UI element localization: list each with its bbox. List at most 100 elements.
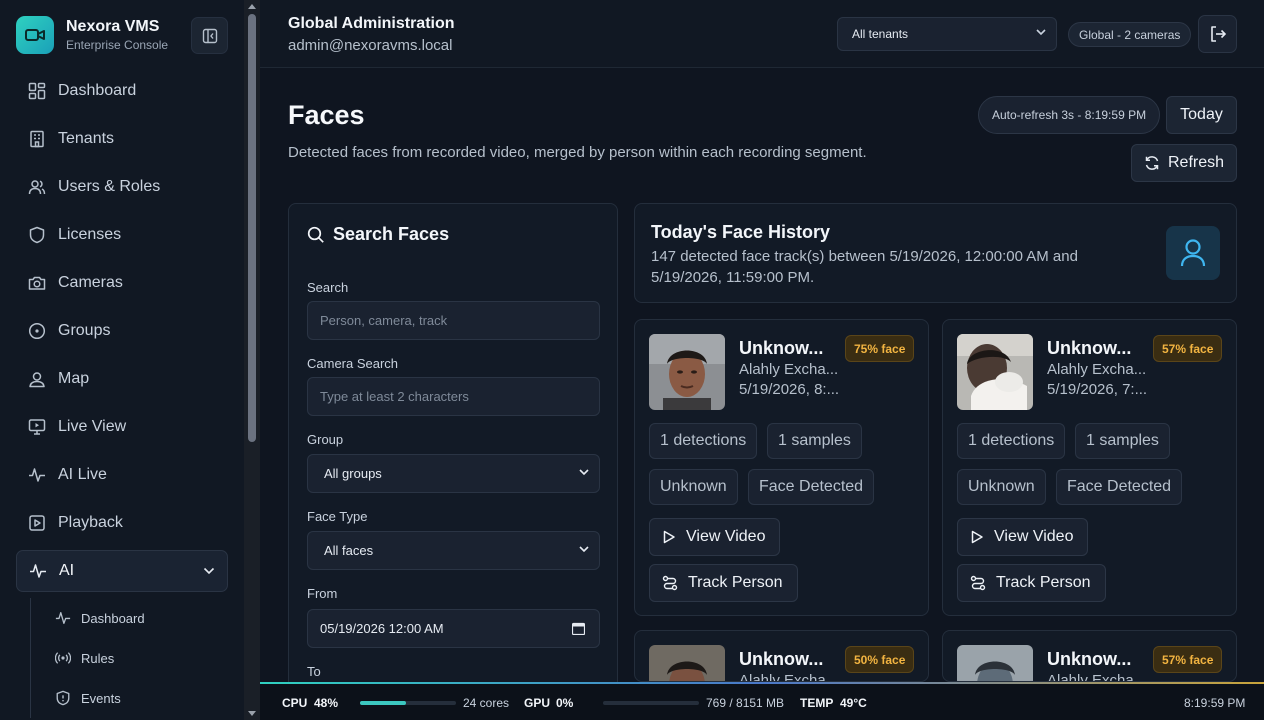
sidebar-item-ai-live[interactable]: AI Live	[16, 454, 228, 496]
subnav-item-events[interactable]: Events	[31, 678, 226, 718]
face-thumbnail[interactable]	[649, 645, 725, 681]
app-root: Nexora VMS Enterprise Console Dashboard …	[0, 0, 1264, 720]
face-thumbnail[interactable]	[649, 334, 725, 410]
system-status-bar: CPU 48% 24 cores GPU 0% 769 / 8151 MB TE…	[260, 682, 1264, 720]
memory-usage: 769 / 8151 MB	[706, 696, 785, 710]
logout-icon	[1210, 26, 1226, 42]
refresh-icon	[1145, 156, 1159, 170]
camera-search-input[interactable]: Type at least 2 characters	[307, 377, 600, 416]
face-history-card: Today's Face History 147 detected face t…	[634, 203, 1237, 303]
top-bar: Global Administration admin@nexoravms.lo…	[260, 0, 1264, 68]
face-card: Unknow... Alahly Excha... 57% face	[942, 630, 1237, 682]
track-person-label: Track Person	[996, 574, 1091, 591]
card-person-name: Unknow...	[739, 649, 824, 669]
sidebar-item-licenses[interactable]: Licenses	[16, 214, 228, 256]
building-icon	[30, 130, 44, 148]
view-video-button[interactable]: View Video	[957, 518, 1089, 556]
play-icon	[663, 530, 675, 544]
search-input[interactable]: Person, camera, track	[307, 301, 600, 340]
face-thumbnail[interactable]	[957, 334, 1033, 410]
gpu-value: 0%	[556, 696, 574, 710]
scroll-thumb[interactable]	[248, 14, 256, 442]
shield-alert-icon	[56, 690, 70, 706]
collapse-sidebar-button[interactable]	[191, 17, 228, 54]
camera-search-label: Camera Search	[307, 356, 399, 371]
refresh-button[interactable]: Refresh	[1131, 144, 1237, 182]
card-location: Alahly Excha...	[739, 361, 839, 378]
today-button-label: Today	[1180, 106, 1223, 123]
sidebar-scrollbar[interactable]	[244, 0, 260, 720]
history-description: 147 detected face track(s) between 5/19/…	[651, 248, 1078, 286]
sidebar-item-live-view[interactable]: Live View	[16, 406, 228, 448]
confidence-badge: 57% face	[1153, 335, 1223, 362]
chevron-down-icon	[203, 567, 215, 575]
sidebar-item-map[interactable]: Map	[16, 358, 228, 400]
face-thumbnail[interactable]	[957, 645, 1033, 681]
face-card: Unknow... Alahly Excha... 5/19/2026, 7:.…	[942, 319, 1237, 616]
dashboard-icon	[28, 82, 46, 100]
route-icon	[970, 575, 986, 591]
subnav-item-label: Events	[81, 690, 121, 706]
sidebar-item-label: Cameras	[58, 274, 123, 291]
header-user: admin@nexoravms.local	[288, 37, 453, 54]
group-select-value: All groups	[324, 466, 382, 481]
today-button[interactable]: Today	[1166, 96, 1237, 134]
sidebar-item-groups[interactable]: Groups	[16, 310, 228, 352]
sidebar-collapse-icon	[202, 28, 217, 43]
face-type-select[interactable]: All faces	[307, 531, 600, 570]
group-select[interactable]: All groups	[307, 454, 600, 493]
temp-label: TEMP	[800, 696, 834, 710]
target-icon	[28, 322, 46, 340]
scroll-down-arrow-icon[interactable]	[248, 711, 256, 716]
from-label: From	[307, 586, 338, 601]
logout-button[interactable]	[1198, 15, 1237, 53]
track-person-button[interactable]: Track Person	[649, 564, 798, 602]
confidence-badge: 75% face	[845, 335, 915, 362]
calendar-icon[interactable]	[572, 622, 585, 635]
brand[interactable]: Nexora VMS Enterprise Console	[16, 16, 168, 54]
view-video-button[interactable]: View Video	[649, 518, 781, 556]
sidebar-item-label: Map	[58, 370, 90, 387]
track-person-button[interactable]: Track Person	[957, 564, 1106, 602]
refresh-button-label: Refresh	[1167, 154, 1225, 171]
card-time: 5/19/2026, 7:...	[1047, 381, 1148, 398]
from-date-value: 05/19/2026 12:00 AM	[320, 621, 444, 636]
play-square-icon	[29, 515, 45, 531]
cpu-usage-bar	[360, 701, 456, 705]
card-time: 5/19/2026, 8:...	[739, 381, 840, 398]
video-camera-icon	[16, 16, 54, 54]
sidebar-item-tenants[interactable]: Tenants	[16, 118, 228, 160]
sidebar-item-dashboard[interactable]: Dashboard	[16, 70, 228, 112]
header-title: Global Administration	[288, 15, 455, 32]
scroll-up-arrow-icon[interactable]	[248, 4, 256, 9]
sidebar-item-users-roles[interactable]: Users & Roles	[16, 166, 228, 208]
samples-chip: 1 samples	[1075, 423, 1170, 459]
identity-chip: Unknown	[957, 469, 1046, 505]
subnav-item-label: Dashboard	[81, 610, 145, 626]
auto-refresh-badge: Auto-refresh 3s - 8:19:59 PM	[978, 96, 1161, 134]
from-date-input[interactable]: 05/19/2026 12:00 AM	[307, 609, 600, 648]
sidebar-item-cameras[interactable]: Cameras	[16, 262, 228, 304]
search-faces-panel: Search Faces Search Person, camera, trac…	[288, 203, 618, 703]
page-description: Detected faces from recorded video, merg…	[288, 144, 867, 161]
route-icon	[662, 575, 678, 591]
cpu-usage-fill	[360, 701, 407, 705]
subnav-item-rules[interactable]: Rules	[31, 638, 226, 678]
page-title: Faces	[288, 100, 365, 130]
tenant-select[interactable]: All tenants	[837, 17, 1057, 51]
gpu-usage-bar	[603, 701, 699, 705]
users-icon	[28, 180, 46, 195]
sidebar-item-playback[interactable]: Playback	[16, 502, 228, 544]
samples-chip: 1 samples	[767, 423, 862, 459]
sidebar-item-label: AI Live	[58, 466, 107, 483]
face-type-select-value: All faces	[324, 543, 374, 558]
subnav-item-dashboard[interactable]: Dashboard	[31, 598, 226, 638]
broadcast-icon	[55, 652, 71, 664]
cpu-label: CPU	[282, 696, 308, 710]
sidebar-nav: Dashboard Tenants Users & Roles Licenses…	[16, 70, 228, 598]
group-label: Group	[307, 432, 344, 447]
sidebar-item-ai[interactable]: AI	[16, 550, 228, 592]
chevron-down-icon	[579, 469, 589, 476]
card-location: Alahly Excha...	[1047, 672, 1147, 682]
sidebar-item-label: Tenants	[58, 130, 115, 147]
